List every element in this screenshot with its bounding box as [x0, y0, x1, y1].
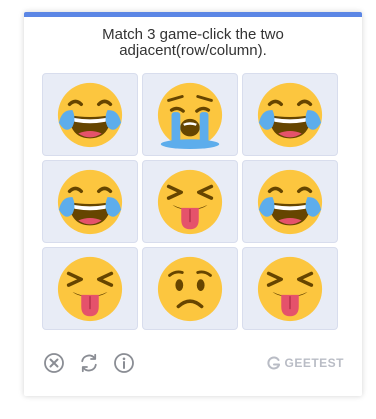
grid-tile[interactable] — [242, 73, 338, 156]
refresh-icon — [81, 353, 97, 373]
face-with-tears-of-joy-icon — [57, 82, 123, 147]
accent-bar — [24, 12, 362, 17]
squinting-face-with-tongue-icon — [57, 256, 123, 321]
geetest-brand-label: GEETEST — [284, 356, 344, 370]
captcha-instruction: Match 3 game-click the two adjacent(row/… — [102, 26, 284, 59]
squinting-face-with-tongue-icon — [157, 169, 223, 234]
face-with-tears-of-joy-icon — [57, 169, 123, 234]
geetest-logo: GEETEST — [267, 356, 344, 370]
squinting-face-with-tongue-icon — [257, 256, 323, 321]
captcha-panel: Match 3 game-click the two adjacent(row/… — [24, 12, 362, 396]
emoji-grid — [42, 73, 342, 331]
face-with-tears-of-joy-icon — [257, 82, 323, 147]
grid-tile[interactable] — [42, 160, 138, 243]
captcha-footer: GEETEST — [42, 350, 344, 376]
grid-tile[interactable] — [142, 160, 238, 243]
grid-tile[interactable] — [142, 73, 238, 156]
grid-tile[interactable] — [42, 73, 138, 156]
grid-tile[interactable] — [142, 247, 238, 330]
loudly-crying-face-icon — [157, 82, 223, 149]
geetest-logo-icon — [267, 356, 281, 370]
grid-tile[interactable] — [42, 247, 138, 330]
info-button[interactable] — [112, 351, 136, 375]
grid-tile[interactable] — [242, 247, 338, 330]
worried-face-icon — [157, 256, 223, 321]
grid-tile[interactable] — [242, 160, 338, 243]
close-button[interactable] — [42, 351, 66, 375]
info-icon — [114, 353, 134, 373]
close-icon — [44, 353, 64, 373]
face-with-tears-of-joy-icon — [257, 169, 323, 234]
refresh-button[interactable] — [77, 351, 101, 375]
